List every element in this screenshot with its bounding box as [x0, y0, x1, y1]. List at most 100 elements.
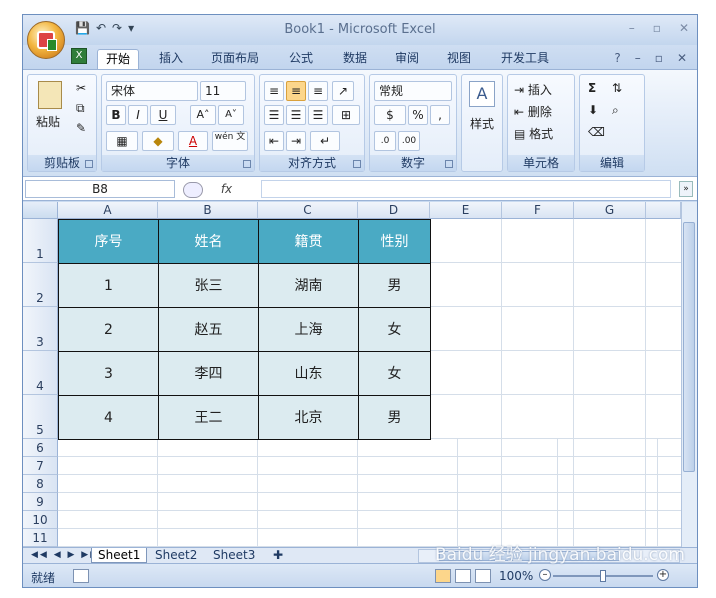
tab-formulas[interactable]: 公式: [281, 49, 321, 69]
row-header[interactable]: 1: [23, 219, 58, 263]
wrap-text-button[interactable]: ↵: [310, 131, 340, 151]
tab-data[interactable]: 数据: [335, 49, 375, 69]
dialog-launcher-icon[interactable]: [85, 160, 93, 168]
table-cell[interactable]: 李四: [158, 351, 259, 396]
shrink-font-button[interactable]: A˅: [218, 105, 244, 125]
row-header[interactable]: 5: [23, 395, 58, 439]
table-cell[interactable]: 1: [58, 263, 159, 308]
table-header-cell[interactable]: 性别: [358, 219, 431, 264]
tab-developer[interactable]: 开发工具: [493, 49, 557, 69]
align-middle-button[interactable]: ≡: [286, 81, 306, 101]
increase-indent-button[interactable]: ⇥: [286, 131, 306, 151]
page-layout-view-icon[interactable]: [455, 569, 471, 583]
column-header[interactable]: E: [430, 202, 502, 219]
find-select-icon[interactable]: ⌕: [612, 103, 619, 118]
table-cell[interactable]: 湖南: [258, 263, 359, 308]
orientation-button[interactable]: ↗: [332, 81, 354, 101]
tab-home[interactable]: 开始: [97, 49, 140, 69]
sheet-tab[interactable]: Sheet3: [207, 548, 261, 563]
copy-icon[interactable]: ⧉: [76, 101, 85, 116]
currency-button[interactable]: $: [374, 105, 406, 125]
row-header[interactable]: 8: [23, 475, 58, 493]
font-family-select[interactable]: 宋体: [106, 81, 198, 101]
sort-filter-icon[interactable]: ⇅: [612, 81, 622, 95]
page-break-view-icon[interactable]: [475, 569, 491, 583]
decrease-decimal-button[interactable]: .00: [398, 131, 420, 151]
cut-icon[interactable]: ✂: [76, 81, 86, 95]
autosum-button[interactable]: Σ: [588, 81, 596, 95]
formula-controls-icon[interactable]: [183, 181, 203, 198]
borders-button[interactable]: ▦: [106, 131, 138, 151]
column-header[interactable]: C: [258, 202, 358, 219]
tab-page-layout[interactable]: 页面布局: [203, 49, 267, 69]
format-cells-button[interactable]: ▤ 格式: [514, 125, 553, 142]
paste-button[interactable]: 粘贴: [36, 113, 60, 130]
font-size-select[interactable]: 11: [200, 81, 246, 101]
table-cell[interactable]: 3: [58, 351, 159, 396]
delete-cells-button[interactable]: ⇤ 删除: [514, 103, 552, 120]
insert-sheet-icon[interactable]: ✚: [267, 548, 289, 563]
align-right-button[interactable]: ☰: [308, 105, 328, 125]
row-header[interactable]: 3: [23, 307, 58, 351]
zoom-slider[interactable]: [553, 570, 653, 582]
row-header[interactable]: 4: [23, 351, 58, 395]
grow-font-button[interactable]: A˄: [190, 105, 216, 125]
increase-decimal-button[interactable]: .0: [374, 131, 396, 151]
styles-button[interactable]: 样式: [470, 115, 494, 132]
row-header[interactable]: 7: [23, 457, 58, 475]
expand-formula-bar-icon[interactable]: »: [679, 181, 693, 197]
column-header-blank[interactable]: [646, 202, 681, 219]
percent-button[interactable]: %: [408, 105, 428, 125]
table-cell[interactable]: 女: [358, 307, 431, 352]
row-header[interactable]: 2: [23, 263, 58, 307]
worksheet-grid[interactable]: A B C D E F G 1 2 3 4 5 6 7 8 9 10 11 序号…: [23, 202, 697, 547]
align-left-button[interactable]: ☰: [264, 105, 284, 125]
zoom-level[interactable]: 100%: [499, 569, 533, 583]
table-cell[interactable]: 男: [358, 395, 431, 440]
office-button[interactable]: [27, 21, 65, 59]
select-all-button[interactable]: [23, 202, 58, 219]
bold-button[interactable]: B: [106, 105, 126, 125]
table-cell[interactable]: 4: [58, 395, 159, 440]
insert-cells-button[interactable]: ⇥ 插入: [514, 81, 552, 98]
paste-icon[interactable]: [38, 81, 62, 109]
table-cell[interactable]: 张三: [158, 263, 259, 308]
clear-icon[interactable]: ⌫: [588, 125, 605, 139]
font-color-button[interactable]: A: [178, 131, 208, 151]
format-painter-icon[interactable]: ✎: [76, 121, 86, 135]
column-header[interactable]: B: [158, 202, 258, 219]
row-header[interactable]: 11: [23, 529, 58, 547]
tab-view[interactable]: 视图: [439, 49, 479, 69]
table-cell[interactable]: 赵五: [158, 307, 259, 352]
underline-button[interactable]: U: [150, 105, 176, 125]
tab-review[interactable]: 审阅: [387, 49, 427, 69]
table-header-cell[interactable]: 姓名: [158, 219, 259, 264]
close-icon[interactable]: ✕: [679, 21, 689, 35]
table-cell[interactable]: 女: [358, 351, 431, 396]
dialog-launcher-icon[interactable]: [243, 160, 251, 168]
ribbon-close-icon[interactable]: ✕: [677, 51, 687, 65]
row-header[interactable]: 6: [23, 439, 58, 457]
help-icon[interactable]: ?: [614, 51, 620, 65]
align-top-button[interactable]: ≡: [264, 81, 284, 101]
fill-color-button[interactable]: ◆: [142, 131, 174, 151]
align-center-button[interactable]: ☰: [286, 105, 306, 125]
dialog-launcher-icon[interactable]: [353, 160, 361, 168]
table-header-cell[interactable]: 籍贯: [258, 219, 359, 264]
sheet-tab[interactable]: Sheet2: [149, 548, 203, 563]
table-cell[interactable]: 上海: [258, 307, 359, 352]
ribbon-minimize-icon[interactable]: –: [635, 51, 641, 65]
italic-button[interactable]: I: [128, 105, 148, 125]
comma-button[interactable]: ,: [430, 105, 450, 125]
row-header[interactable]: 10: [23, 511, 58, 529]
maximize-icon[interactable]: ▫: [653, 21, 661, 35]
name-box[interactable]: B8: [25, 180, 175, 198]
decrease-indent-button[interactable]: ⇤: [264, 131, 284, 151]
phonetic-button[interactable]: wén 文: [212, 131, 248, 151]
column-header[interactable]: F: [502, 202, 574, 219]
fill-icon[interactable]: ⬇: [588, 103, 598, 117]
number-format-select[interactable]: 常规: [374, 81, 452, 101]
vertical-scrollbar[interactable]: [681, 202, 697, 547]
macro-record-icon[interactable]: [73, 569, 89, 583]
column-header[interactable]: G: [574, 202, 646, 219]
